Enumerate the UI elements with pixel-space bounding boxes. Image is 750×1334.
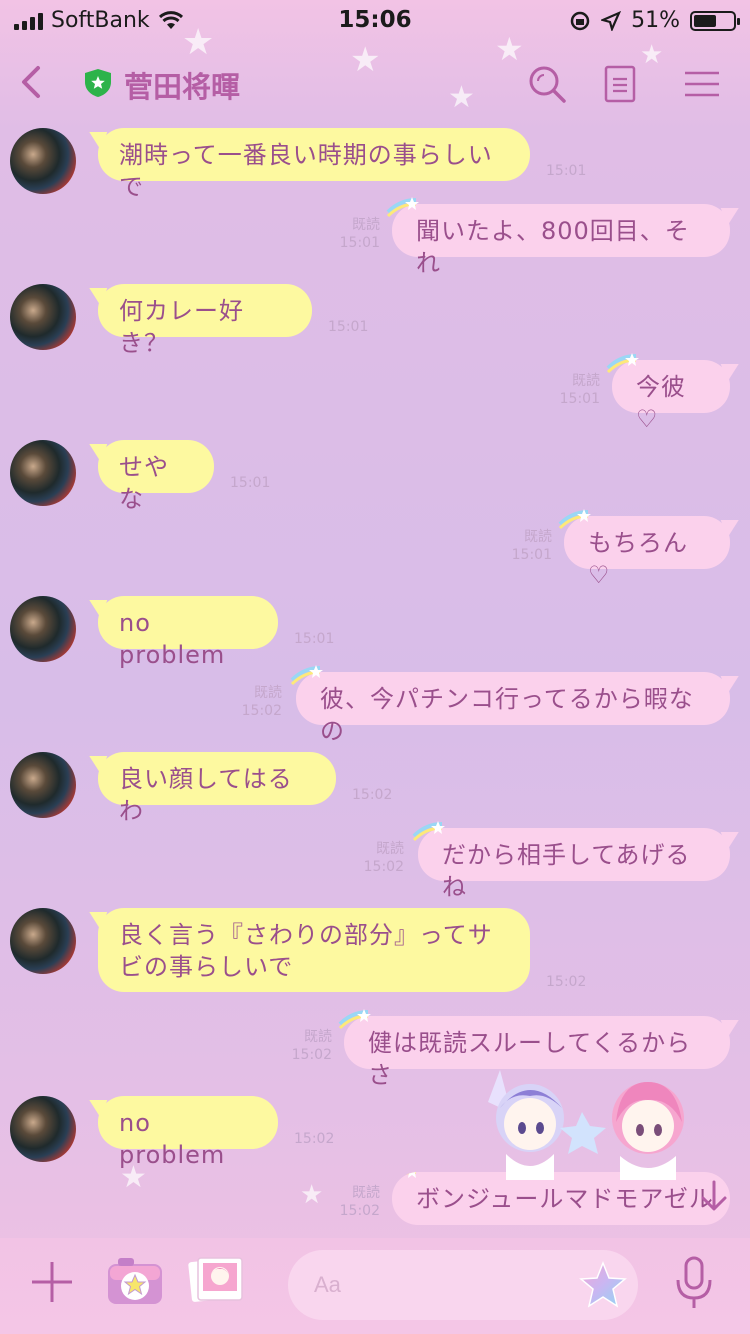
avatar[interactable] (10, 440, 76, 506)
message-bubble[interactable]: 良く言う『さわりの部分』ってサビの事らしいで (98, 908, 530, 992)
sparkle-icon: ★ (448, 80, 475, 115)
mic-icon[interactable] (674, 1256, 714, 1310)
message-text: もちろん♡ (588, 529, 688, 589)
message-input[interactable] (312, 1266, 566, 1304)
search-icon[interactable] (527, 64, 567, 104)
message-time: 15:01 (559, 391, 600, 407)
message-time: 15:02 (363, 859, 404, 875)
message-text: ボンジュールマドモアゼル (416, 1185, 714, 1213)
message-text: だから相手してあげるね (442, 841, 691, 901)
message-bubble[interactable]: no problem (98, 1096, 278, 1169)
location-icon (601, 10, 622, 31)
message-meta: 既読 15:02 (236, 684, 282, 720)
shooting-star-icon (338, 1009, 371, 1030)
message-time: 15:02 (352, 787, 393, 803)
photos-icon[interactable] (188, 1254, 246, 1308)
message-meta: 既読 15:01 (506, 528, 552, 564)
shooting-star-icon (386, 197, 419, 218)
message-bubble[interactable]: 何カレー好き？ (98, 284, 312, 357)
message-meta: 既読 15:01 (336, 216, 380, 252)
message-time: 15:02 (241, 703, 282, 719)
contact-name[interactable]: 菅田将暉 (124, 64, 240, 106)
theme-characters-illustration (488, 1070, 684, 1180)
message-meta: 既読 15:01 (554, 372, 600, 408)
notes-icon[interactable] (600, 64, 640, 104)
message-input-container (288, 1250, 638, 1320)
message-time: 15:02 (291, 1047, 332, 1063)
shooting-star-icon (558, 509, 591, 530)
battery-icon (690, 10, 740, 31)
input-bar (0, 1238, 750, 1334)
message-text: 聞いたよ、800回目、それ (416, 217, 690, 277)
message-bubble[interactable]: せやな (98, 440, 214, 513)
avatar[interactable] (10, 596, 76, 662)
avatar[interactable] (10, 284, 76, 350)
message-time: 15:02 (546, 974, 587, 990)
message-time: 15:01 (546, 163, 587, 179)
status-bar: SoftBank 15:06 51% (0, 0, 750, 40)
read-label: 既読 (254, 685, 282, 701)
message-text: 今彼♡ (636, 373, 686, 433)
message-time: 15:02 (339, 1203, 380, 1219)
rotation-lock-icon (570, 11, 590, 30)
avatar[interactable] (10, 128, 76, 194)
message-bubble[interactable]: no problem (98, 596, 278, 669)
arrow-down-icon[interactable] (694, 1176, 734, 1216)
message-meta: 既読 15:02 (336, 1184, 380, 1220)
message-text: 彼、今パチンコ行ってるから暇なの (320, 685, 694, 745)
shield-star-icon (85, 69, 111, 97)
status-right: 51% (569, 8, 740, 33)
message-bubble[interactable]: 良い顔してはるわ (98, 752, 336, 825)
shooting-star-icon (290, 665, 323, 686)
avatar[interactable] (10, 1096, 76, 1162)
shooting-star-icon (606, 353, 639, 374)
chevron-left-icon[interactable] (14, 62, 54, 102)
sparkle-icon: ★ (350, 40, 381, 80)
message-time: 15:01 (230, 475, 271, 491)
sparkle-icon: ★ (640, 40, 664, 70)
read-label: 既読 (572, 373, 600, 389)
sparkle-icon: ★ (300, 1180, 324, 1210)
read-label: 既読 (352, 217, 380, 233)
star-sticker-icon[interactable] (578, 1260, 628, 1310)
menu-icon[interactable] (682, 64, 722, 104)
avatar[interactable] (10, 752, 76, 818)
sparkle-icon: ★ (495, 30, 524, 68)
shooting-star-icon (412, 821, 445, 842)
message-bubble[interactable]: 彼、今パチンコ行ってるから暇なの (290, 665, 730, 745)
message-meta: 既読 15:02 (358, 840, 404, 876)
battery-percent: 51% (631, 8, 680, 33)
message-time: 15:01 (294, 631, 335, 647)
message-bubble[interactable]: 今彼♡ (606, 353, 730, 433)
message-bubble[interactable]: 潮時って一番良い時期の事らしいで (98, 128, 530, 201)
read-label: 既読 (524, 529, 552, 545)
camera-icon[interactable] (106, 1256, 164, 1306)
plus-icon[interactable] (28, 1258, 76, 1306)
message-meta: 既読 15:02 (286, 1028, 332, 1064)
message-time: 15:01 (511, 547, 552, 563)
read-label: 既読 (304, 1029, 332, 1045)
avatar[interactable] (10, 908, 76, 974)
shooting-star-icon (392, 1172, 417, 1183)
message-time: 15:01 (328, 319, 369, 335)
message-time: 15:02 (294, 1131, 335, 1147)
message-bubble[interactable]: だから相手してあげるね (412, 821, 730, 901)
message-bubble[interactable]: 聞いたよ、800回目、それ (386, 197, 730, 277)
message-time: 15:01 (339, 235, 380, 251)
message-bubble[interactable]: もちろん♡ (558, 509, 730, 589)
sparkle-icon: ★ (182, 22, 215, 63)
read-label: 既読 (376, 841, 404, 857)
read-label: 既読 (352, 1185, 380, 1201)
